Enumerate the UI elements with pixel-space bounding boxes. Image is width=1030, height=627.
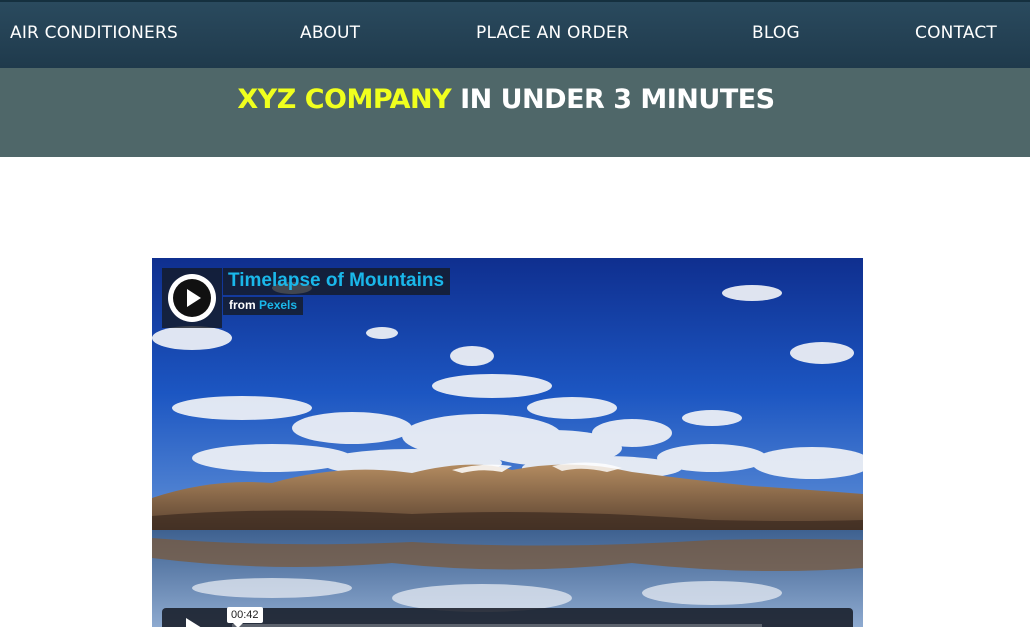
play-icon[interactable] — [162, 608, 222, 627]
hero-banner: XYZ COMPANY IN UNDER 3 MINUTES — [0, 68, 1030, 157]
nav-air-conditioners[interactable]: AIR CONDITIONERS — [10, 23, 178, 43]
video-player[interactable]: Timelapse of Mountains from Pexels 00:42 — [152, 258, 863, 627]
top-navbar: AIR CONDITIONERS ABOUT PLACE AN ORDER BL… — [0, 0, 1030, 68]
timecode-tooltip: 00:42 — [227, 607, 263, 627]
title-highlight: XYZ COMPANY — [237, 84, 452, 115]
player-controls — [162, 608, 853, 627]
video-title[interactable]: Timelapse of Mountains — [223, 268, 451, 295]
play-circle-icon — [168, 274, 216, 322]
nav-about[interactable]: ABOUT — [300, 23, 360, 43]
page-title: XYZ COMPANY IN UNDER 3 MINUTES — [0, 84, 1012, 115]
byline-source-link[interactable]: Pexels — [259, 298, 297, 312]
vimeo-badge[interactable] — [162, 268, 222, 328]
nav-place-an-order[interactable]: PLACE AN ORDER — [476, 23, 629, 43]
nav-contact[interactable]: CONTACT — [915, 23, 997, 43]
video-byline: from Pexels — [223, 297, 304, 315]
byline-prefix: from — [229, 298, 256, 312]
title-rest: IN UNDER 3 MINUTES — [451, 84, 775, 115]
nav-blog[interactable]: BLOG — [752, 23, 800, 43]
